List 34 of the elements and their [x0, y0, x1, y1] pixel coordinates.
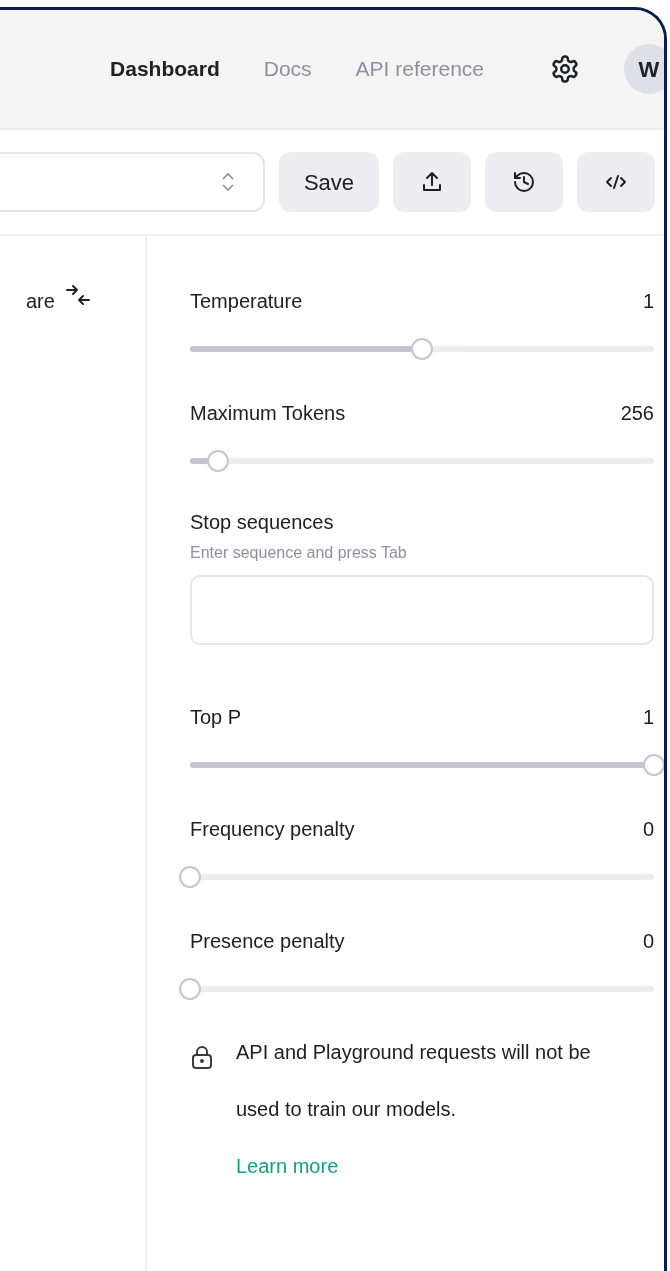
setting-label: Maximum Tokens	[190, 401, 346, 426]
setting-label: Top P	[190, 705, 242, 730]
slider-thumb[interactable]	[643, 754, 664, 776]
setting-value: 256	[620, 401, 654, 426]
setting-label: Temperature	[190, 289, 303, 314]
slider-thumb[interactable]	[411, 338, 433, 360]
nav-link[interactable]: Dashboard	[110, 53, 220, 85]
history-button[interactable]	[485, 152, 563, 212]
chevron-up-down-icon	[221, 171, 235, 193]
select-field[interactable]	[0, 152, 265, 212]
arrows-icon[interactable]	[64, 284, 91, 306]
slider-thumb[interactable]	[206, 450, 229, 472]
avatar[interactable]: W	[624, 44, 664, 94]
setting-value: 1	[642, 705, 654, 730]
upload-icon	[420, 170, 444, 194]
field-hint: Enter sequence and press Tab	[190, 543, 408, 563]
lock-icon	[190, 1044, 214, 1070]
setting-value: 1	[642, 289, 654, 314]
slider-thumb[interactable]	[179, 978, 201, 1000]
history-icon	[512, 170, 536, 194]
setting-value: 0	[642, 929, 654, 954]
setting-label: Frequency penalty	[190, 817, 355, 842]
setting-value: 0	[642, 817, 654, 842]
privacy-notice: API and Playground requests will not be used to train our models.	[236, 1040, 591, 1122]
share-button[interactable]	[393, 152, 471, 212]
compare-label[interactable]: are	[26, 286, 55, 316]
setting-label: Stop sequences	[190, 510, 335, 535]
slider-thumb[interactable]	[179, 866, 201, 888]
settings-icon[interactable]	[550, 54, 580, 84]
save-button[interactable]: Save	[279, 152, 379, 212]
code-button[interactable]	[577, 152, 655, 212]
stop-sequence-field[interactable]	[190, 575, 654, 645]
setting-label: Presence penalty	[190, 929, 345, 954]
code-icon	[605, 174, 627, 190]
